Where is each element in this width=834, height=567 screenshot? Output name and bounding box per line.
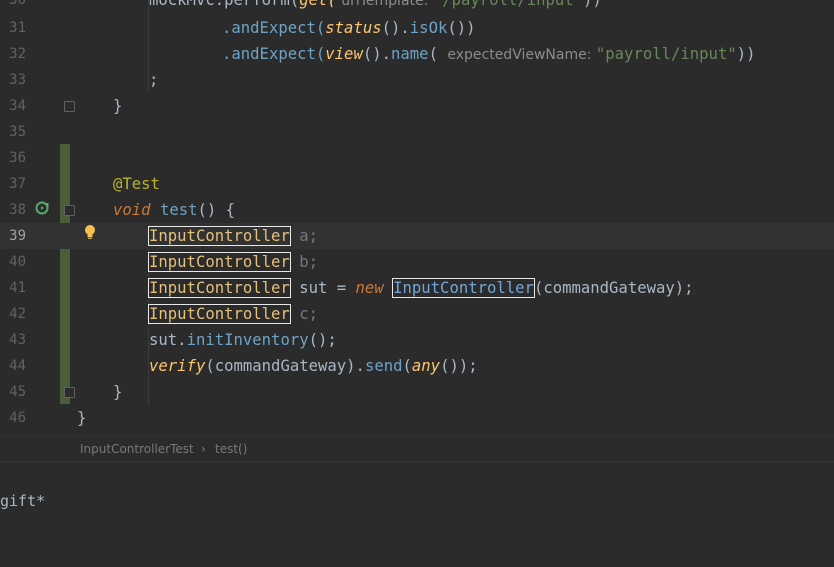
code-line-32[interactable]: 32 .andExpect(view().name( expectedViewN… (0, 41, 834, 67)
unresolved-class: InputController (148, 278, 291, 298)
code-text: void test() { (113, 201, 236, 219)
code-editor[interactable]: 30 mockMvc.perform(get( urlTemplate: "/p… (0, 0, 834, 436)
code-line-36[interactable]: 36 (0, 145, 834, 171)
line-number: 30 (9, 0, 26, 8)
code-text: ; (149, 71, 159, 89)
code-text: .andExpect(view().name( expectedViewName… (222, 45, 756, 63)
line-number: 43 (9, 332, 26, 348)
code-text: verify(commandGateway).send(any()); (149, 357, 478, 375)
unresolved-class: InputController (148, 252, 291, 272)
line-number: 40 (9, 254, 26, 270)
unresolved-constructor: InputController (392, 278, 535, 298)
code-line-37[interactable]: 37 @Test (0, 171, 834, 197)
code-text: InputController sut = new InputControlle… (148, 278, 694, 298)
run-test-icon[interactable] (35, 201, 49, 215)
code-line-35[interactable]: 35 (0, 119, 834, 145)
code-text: InputController c; (148, 304, 318, 324)
code-line-31[interactable]: 31 .andExpect(status().isOk()) (0, 15, 834, 41)
code-line-45[interactable]: 45 } (0, 379, 834, 405)
code-line-39[interactable]: 39 InputController a; (0, 223, 834, 249)
terminal-panel[interactable]: gift* (0, 461, 834, 567)
unresolved-class: InputController (148, 304, 291, 324)
line-number: 34 (9, 98, 26, 114)
fold-marker-icon[interactable] (64, 205, 75, 216)
code-line-42[interactable]: 42 InputController c; (0, 301, 834, 327)
line-number: 33 (9, 72, 26, 88)
line-number: 46 (9, 410, 26, 426)
code-line-41[interactable]: 41 InputController sut = new InputContro… (0, 275, 834, 301)
breadcrumb-method[interactable]: test() (215, 437, 247, 462)
line-number: 31 (9, 20, 26, 36)
code-line-33[interactable]: 33 ; (0, 67, 834, 93)
breadcrumb-class[interactable]: InputControllerTest (80, 437, 194, 462)
line-number: 39 (9, 228, 26, 244)
unresolved-class: InputController (148, 226, 291, 246)
code-text: sut.initInventory(); (149, 331, 337, 349)
terminal-line: gift* (0, 492, 46, 510)
line-number: 32 (9, 46, 26, 62)
code-text: InputController a; (148, 226, 318, 246)
code-text: } (113, 97, 123, 115)
code-line-44[interactable]: 44 verify(commandGateway).send(any()); (0, 353, 834, 379)
code-text: } (77, 409, 87, 427)
code-text: mockMvc.perform(get( urlTemplate: "/payr… (149, 0, 602, 9)
line-number: 36 (9, 150, 26, 166)
code-line-43[interactable]: 43 sut.initInventory(); (0, 327, 834, 353)
code-text: } (113, 383, 123, 401)
code-line-46[interactable]: 46 } (0, 405, 834, 431)
intention-bulb-icon[interactable] (83, 223, 97, 241)
code-line-30[interactable]: 30 mockMvc.perform(get( urlTemplate: "/p… (0, 0, 834, 13)
code-line-40[interactable]: 40 InputController b; (0, 249, 834, 275)
line-number: 38 (9, 202, 26, 218)
code-line-38[interactable]: 38 void test() { (0, 197, 834, 223)
code-text: .andExpect(status().isOk()) (222, 19, 476, 37)
code-line-34[interactable]: 34 } (0, 93, 834, 119)
annotation-text: @Test (113, 175, 160, 193)
line-number: 35 (9, 124, 26, 140)
code-text: InputController b; (148, 252, 318, 272)
fold-marker-icon[interactable] (64, 387, 75, 398)
breadcrumb-separator: › (201, 442, 206, 456)
breadcrumb: InputControllerTest › test() (0, 436, 834, 462)
line-number: 44 (9, 358, 26, 374)
line-number: 45 (9, 384, 26, 400)
fold-marker-icon[interactable] (64, 101, 75, 112)
line-number: 41 (9, 280, 26, 296)
line-number: 42 (9, 306, 26, 322)
line-number: 37 (9, 176, 26, 192)
